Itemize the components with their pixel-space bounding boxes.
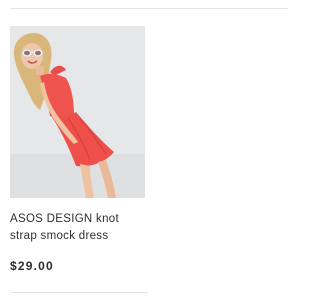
product-title[interactable]: ASOS DESIGN knot strap smock dress	[10, 211, 146, 245]
product-image[interactable]	[10, 26, 145, 198]
product-listing-page: ASOS DESIGN knot strap smock dress $29.0…	[0, 0, 300, 300]
product-price: $29.00	[10, 259, 54, 273]
card-divider	[10, 292, 148, 293]
model-photo	[10, 26, 145, 198]
top-divider	[10, 8, 288, 9]
product-card[interactable]: ASOS DESIGN knot strap smock dress $29.0…	[10, 26, 148, 296]
